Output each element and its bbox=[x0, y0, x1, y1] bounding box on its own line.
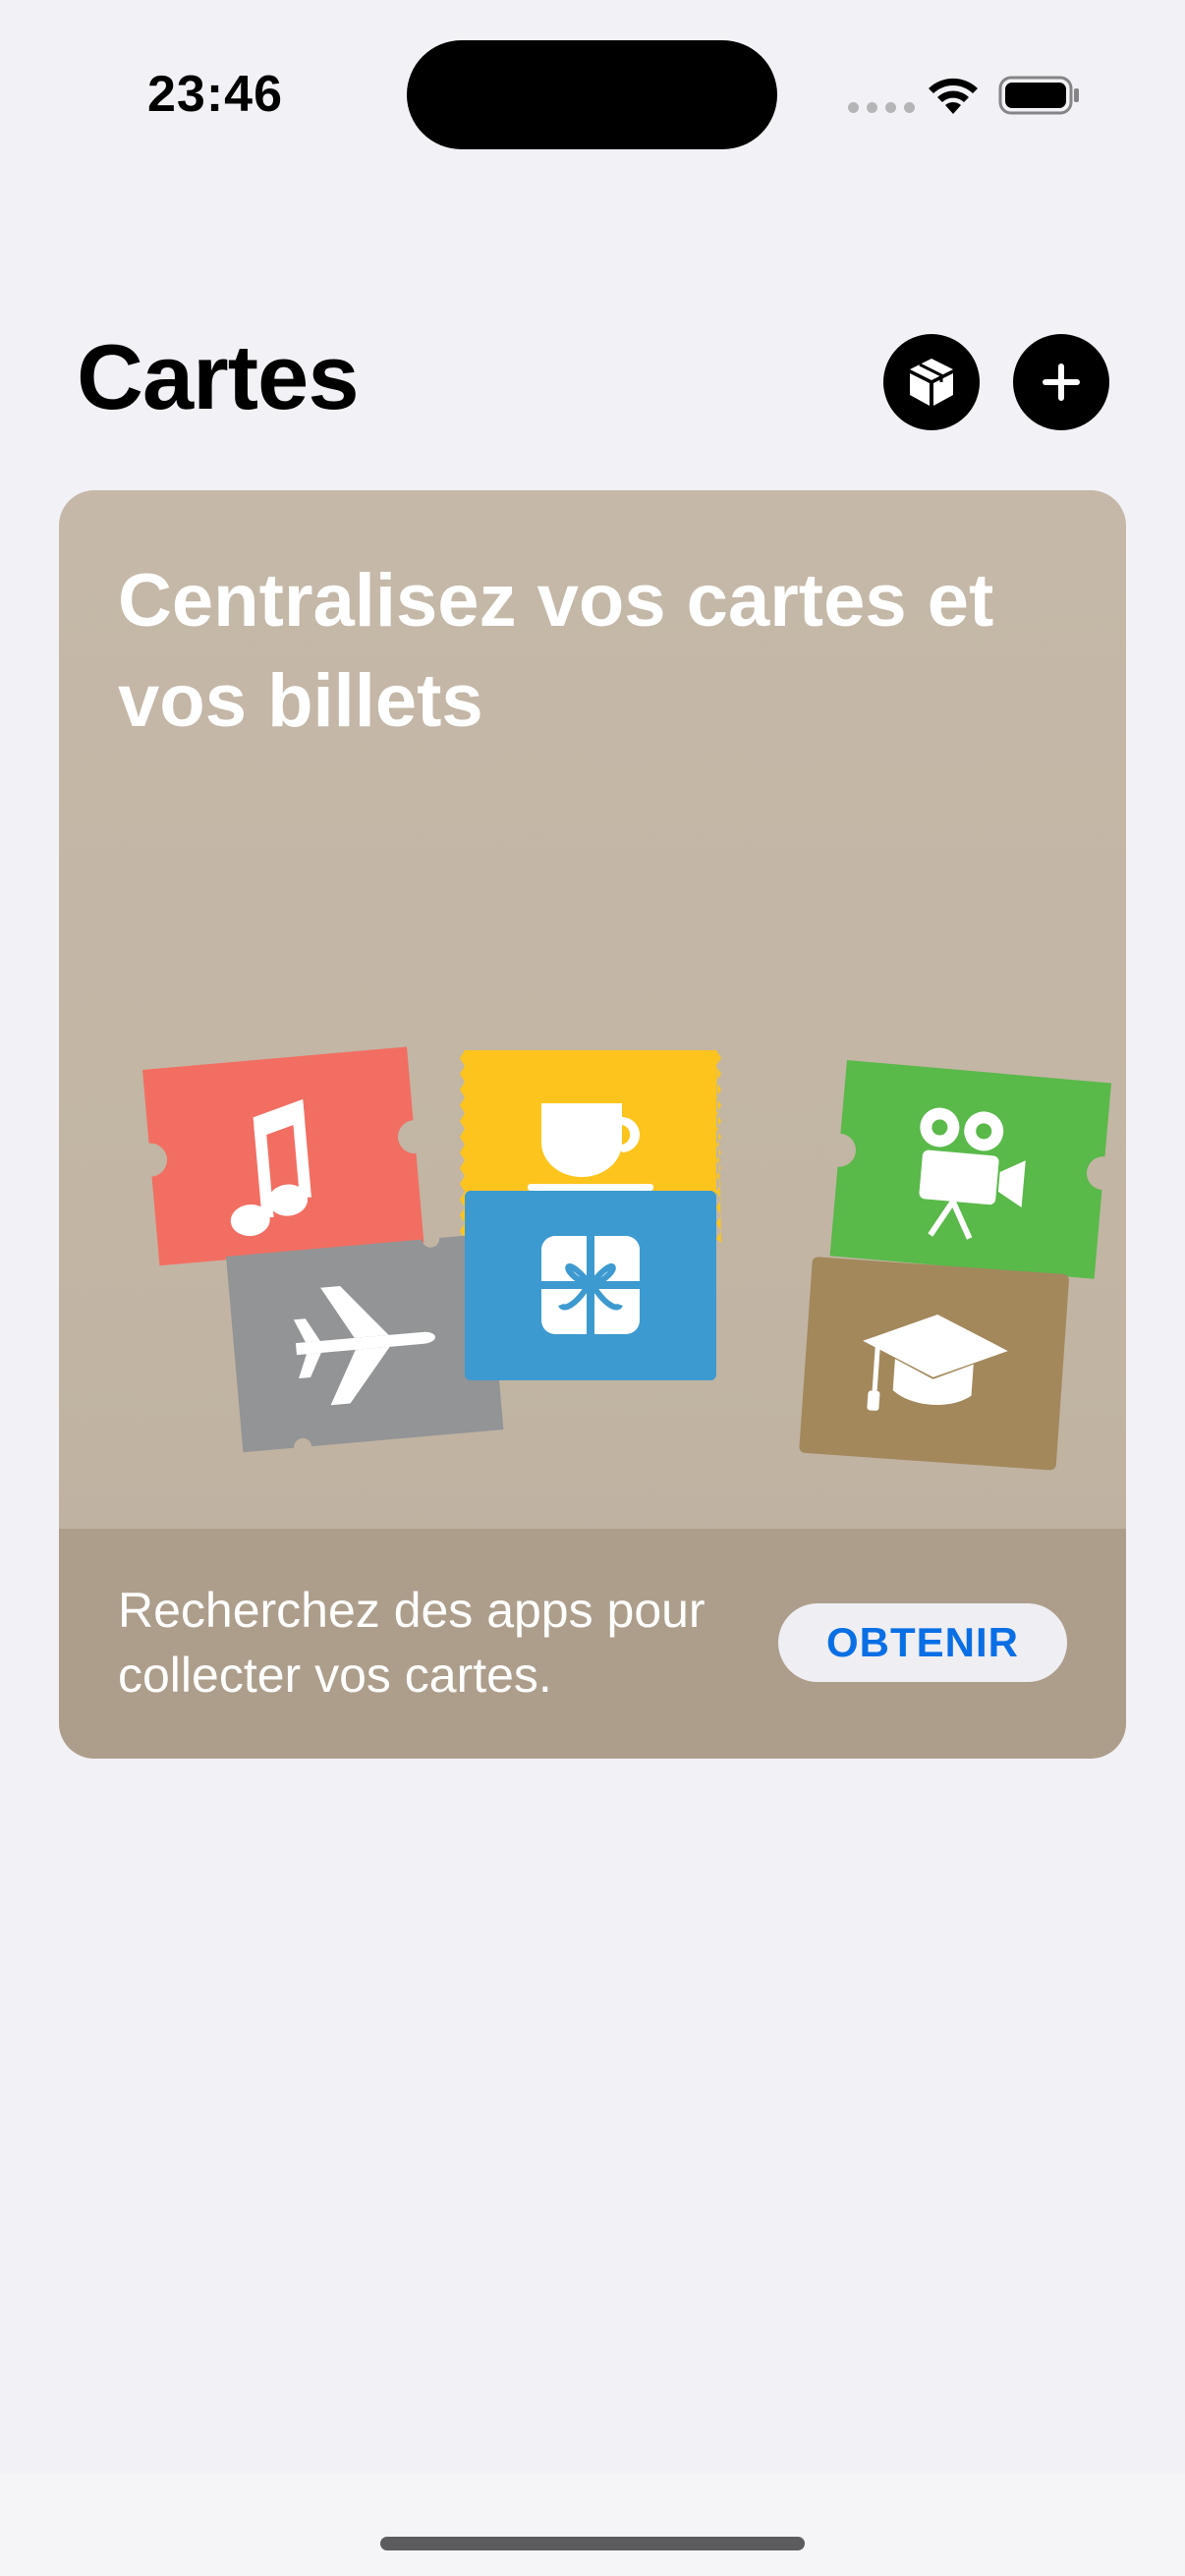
wallet-screen: 23:46 Cartes Centralisez vos cartes et v… bbox=[0, 0, 1185, 2576]
page-title: Cartes bbox=[77, 325, 360, 428]
movie-ticket bbox=[829, 1060, 1111, 1279]
gift-card bbox=[465, 1191, 716, 1380]
cards-illustration bbox=[142, 1046, 1111, 1471]
battery-icon bbox=[998, 76, 1079, 115]
plane-ticket bbox=[226, 1233, 504, 1453]
wallet-pass-icon bbox=[910, 359, 953, 406]
graduation-card bbox=[799, 1257, 1069, 1471]
promo-description: Recherchez des apps pour collecter vos c… bbox=[118, 1583, 705, 1703]
home-indicator[interactable] bbox=[380, 2537, 805, 2550]
status-time: 23:46 bbox=[147, 66, 283, 123]
wifi-icon bbox=[929, 78, 978, 114]
promo-title: Centralisez vos cartes et vos billets bbox=[118, 559, 994, 743]
dynamic-island bbox=[407, 40, 777, 149]
music-ticket bbox=[142, 1046, 424, 1266]
home-bar-area bbox=[0, 2474, 1185, 2576]
cellular-signal-icon bbox=[848, 102, 915, 113]
get-button[interactable]: OBTENIR bbox=[778, 1603, 1067, 1682]
wallet-pass-button[interactable] bbox=[883, 334, 980, 430]
add-card-button[interactable] bbox=[1013, 334, 1109, 430]
promo-footer: Recherchez des apps pour collecter vos c… bbox=[59, 1529, 1126, 1759]
promo-card: Centralisez vos cartes et vos billets Re… bbox=[59, 490, 1126, 1759]
gift-icon bbox=[541, 1236, 640, 1334]
plus-icon bbox=[1043, 364, 1080, 401]
